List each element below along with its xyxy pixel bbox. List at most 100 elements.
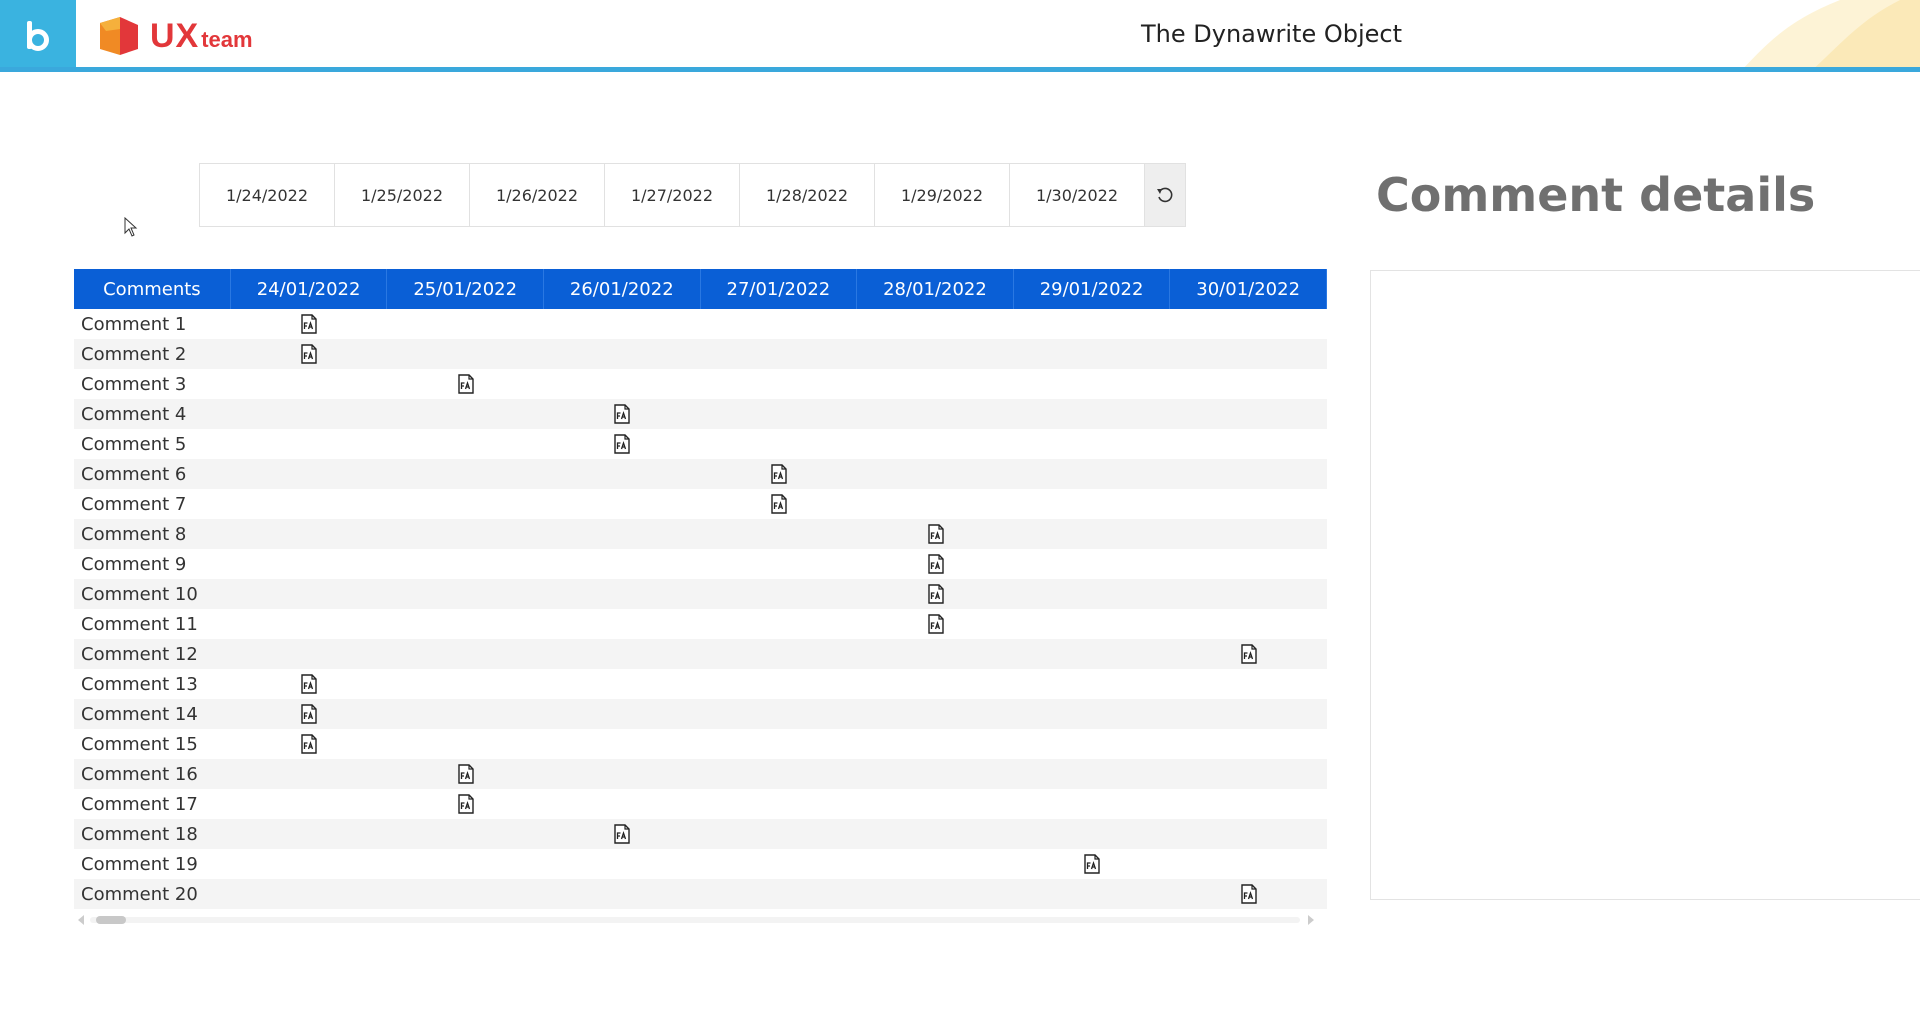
date-filter-item[interactable]: 1/30/2022 — [1010, 164, 1145, 226]
date-cell — [1170, 579, 1327, 609]
date-filter-item[interactable]: 1/27/2022 — [605, 164, 740, 226]
date-cell — [231, 519, 388, 549]
date-cell — [231, 789, 388, 819]
date-cell — [544, 789, 701, 819]
document-icon[interactable] — [613, 824, 631, 844]
date-filter-item[interactable]: 1/26/2022 — [470, 164, 605, 226]
document-icon[interactable] — [457, 764, 475, 784]
comment-name-cell: Comment 15 — [81, 733, 198, 755]
app-launcher-button[interactable] — [0, 0, 76, 67]
date-cell — [1170, 369, 1327, 399]
document-icon[interactable] — [770, 494, 788, 514]
date-cell — [544, 399, 701, 429]
date-cell — [544, 339, 701, 369]
document-icon[interactable] — [927, 524, 945, 544]
date-cell — [231, 699, 388, 729]
table-row: Comment 17 — [74, 789, 1327, 819]
scrollbar-thumb[interactable] — [96, 916, 126, 924]
reset-filter-button[interactable] — [1145, 164, 1185, 226]
column-header-date[interactable]: 25/01/2022 — [387, 269, 544, 309]
document-icon[interactable] — [1240, 884, 1258, 904]
date-cell — [387, 399, 544, 429]
date-cell — [701, 399, 858, 429]
scroll-right-arrow-icon[interactable] — [1306, 914, 1316, 926]
date-cell — [1014, 309, 1171, 339]
date-cell — [544, 579, 701, 609]
date-filter-item[interactable]: 1/29/2022 — [875, 164, 1010, 226]
date-cell — [1014, 459, 1171, 489]
date-cell — [1014, 489, 1171, 519]
date-cell — [231, 399, 388, 429]
document-icon[interactable] — [770, 464, 788, 484]
date-cell — [1014, 789, 1171, 819]
cube-logo-icon — [100, 17, 138, 55]
date-cell — [387, 369, 544, 399]
document-icon[interactable] — [613, 434, 631, 454]
comment-name-cell: Comment 8 — [81, 523, 187, 545]
date-cell — [1170, 339, 1327, 369]
date-cell — [1170, 699, 1327, 729]
date-cell — [1014, 399, 1171, 429]
column-header-date[interactable]: 28/01/2022 — [857, 269, 1014, 309]
scroll-left-arrow-icon[interactable] — [76, 914, 86, 926]
document-icon[interactable] — [457, 794, 475, 814]
date-cell — [701, 819, 858, 849]
decorative-wave-graphic — [1744, 0, 1920, 67]
document-icon[interactable] — [1240, 644, 1258, 664]
date-cell — [231, 339, 388, 369]
date-cell — [544, 879, 701, 909]
table-row: Comment 16 — [74, 759, 1327, 789]
date-cell — [231, 429, 388, 459]
comment-name-cell: Comment 1 — [81, 313, 187, 335]
column-header-date[interactable]: 29/01/2022 — [1014, 269, 1171, 309]
column-header-date[interactable]: 24/01/2022 — [231, 269, 388, 309]
document-icon[interactable] — [927, 554, 945, 574]
ux-team-logo: UX team — [96, 14, 253, 58]
document-icon[interactable] — [300, 734, 318, 754]
document-icon[interactable] — [300, 314, 318, 334]
document-icon[interactable] — [300, 704, 318, 724]
date-cell — [231, 609, 388, 639]
date-cell — [1014, 849, 1171, 879]
date-cell — [231, 579, 388, 609]
scrollbar-track[interactable] — [90, 917, 1300, 923]
date-filter-item[interactable]: 1/24/2022 — [200, 164, 335, 226]
document-icon[interactable] — [613, 404, 631, 424]
date-cell — [1170, 489, 1327, 519]
date-cell — [387, 579, 544, 609]
document-icon[interactable] — [300, 674, 318, 694]
document-icon[interactable] — [927, 614, 945, 634]
date-cell — [857, 339, 1014, 369]
date-cell — [1170, 309, 1327, 339]
page-title: The Dynawrite Object — [1141, 20, 1402, 48]
document-icon[interactable] — [300, 344, 318, 364]
date-filter-item[interactable]: 1/28/2022 — [740, 164, 875, 226]
date-cell — [387, 669, 544, 699]
date-cell — [544, 549, 701, 579]
date-cell — [387, 429, 544, 459]
date-cell — [1014, 579, 1171, 609]
document-icon[interactable] — [1083, 854, 1101, 874]
date-cell — [1170, 429, 1327, 459]
date-cell — [1170, 819, 1327, 849]
column-header-date[interactable]: 26/01/2022 — [544, 269, 701, 309]
document-icon[interactable] — [927, 584, 945, 604]
date-cell — [1014, 639, 1171, 669]
document-icon[interactable] — [457, 374, 475, 394]
date-filter-item[interactable]: 1/25/2022 — [335, 164, 470, 226]
column-header-date[interactable]: 30/01/2022 — [1170, 269, 1327, 309]
date-cell — [857, 489, 1014, 519]
date-cell — [857, 579, 1014, 609]
table-row: Comment 3 — [74, 369, 1327, 399]
date-cell — [1014, 609, 1171, 639]
date-cell — [387, 609, 544, 639]
date-cell — [1014, 369, 1171, 399]
table-row: Comment 12 — [74, 639, 1327, 669]
column-header-comments[interactable]: Comments — [74, 269, 231, 309]
date-cell — [1170, 639, 1327, 669]
date-cell — [857, 519, 1014, 549]
date-cell — [544, 849, 701, 879]
column-header-date[interactable]: 27/01/2022 — [701, 269, 858, 309]
horizontal-scrollbar[interactable] — [76, 911, 1316, 927]
logo-team-text: team — [201, 26, 253, 52]
